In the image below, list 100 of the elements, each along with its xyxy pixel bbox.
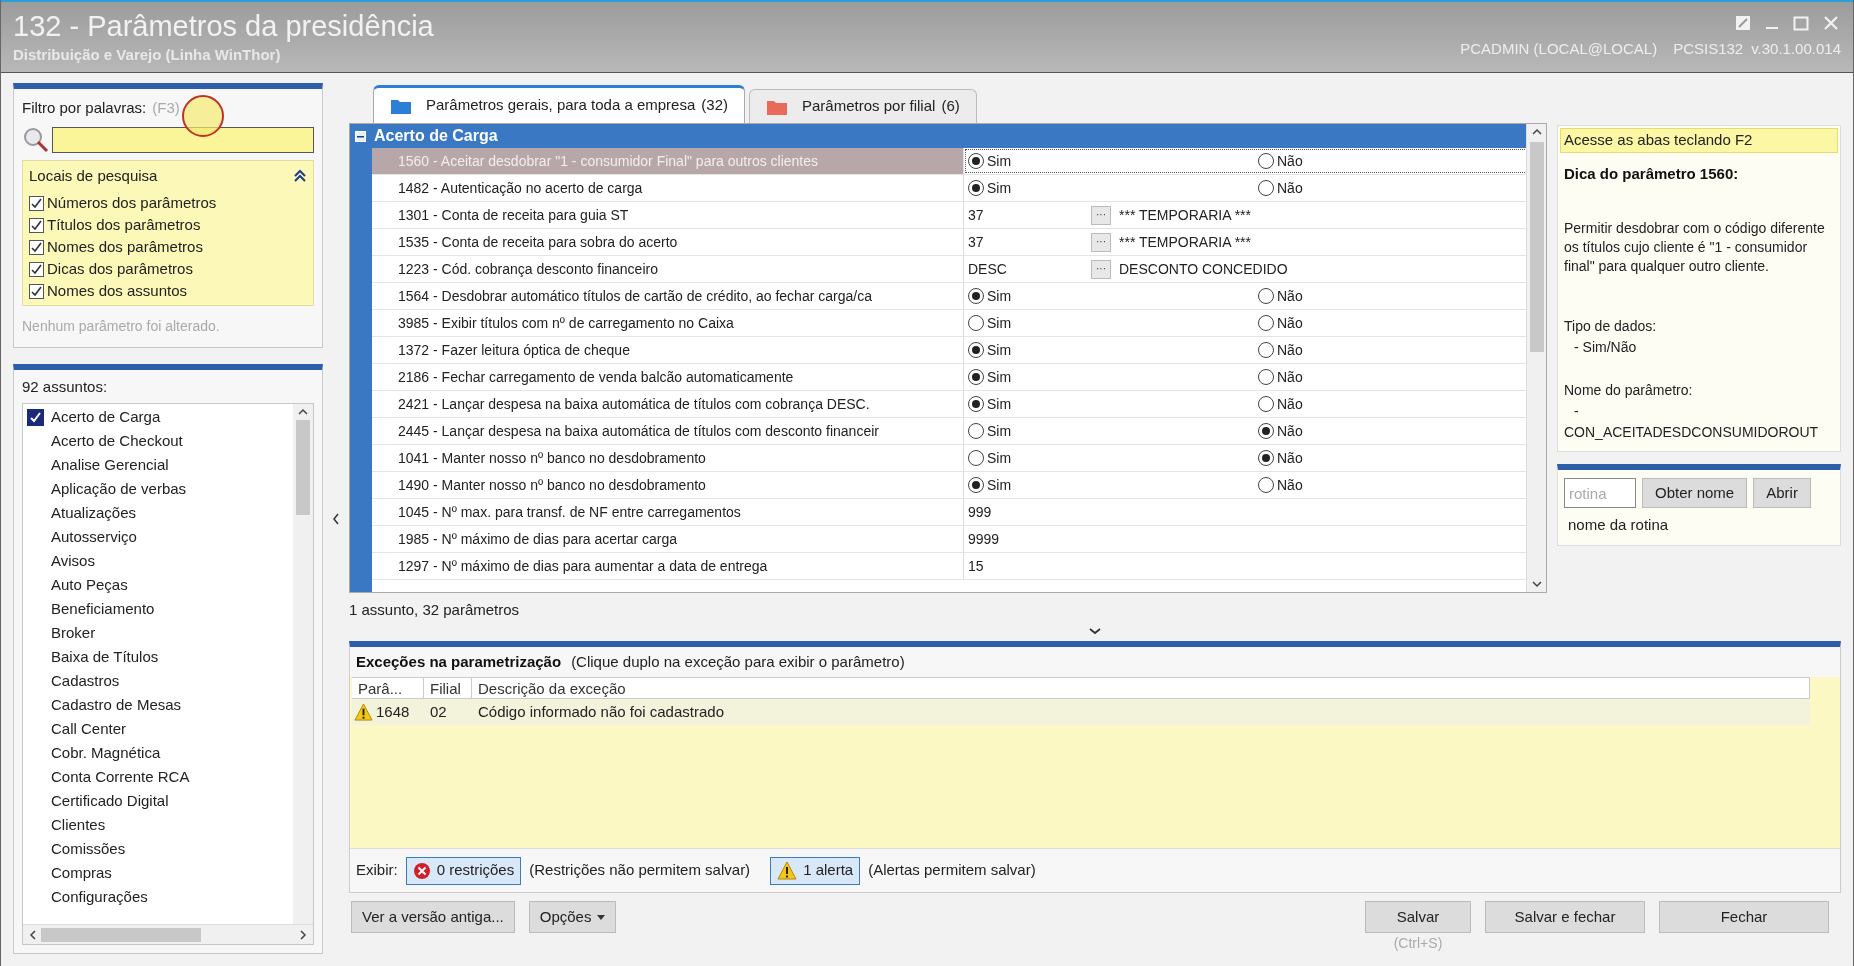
scrollbar-thumb[interactable] [296,419,310,515]
scroll-right-icon[interactable] [299,929,307,940]
routine-button[interactable]: Abrir [1753,478,1811,508]
parameter-name[interactable]: 1297 - Nº máximo de dias para aumentar a data de entrega [398,555,768,577]
parameter-row[interactable]: 3985 - Exibir títulos com nº de carregamento no Caixa Sim Não [372,310,1526,337]
parameter-row[interactable]: 1560 - Aceitar desdobrar "1 - consumidor Final" para outros clientes Sim Não [372,148,1526,175]
radio-button[interactable] [968,450,984,466]
action-button[interactable]: Salvar [1365,901,1471,933]
subject-item[interactable]: Autosserviço [51,526,137,549]
options-menu-button[interactable]: Opções [528,901,617,933]
checkbox[interactable] [29,283,44,299]
vertical-scrollbar[interactable] [293,403,313,924]
parameter-name[interactable]: 1985 - Nº máximo de dias para acertar carga [398,528,678,550]
radio-button[interactable] [968,342,984,358]
parameter-name[interactable]: 1372 - Fazer leitura óptica de cheque [398,339,630,361]
action-button[interactable]: Fechar [1659,901,1829,933]
column-header[interactable]: Parâ... [352,678,424,699]
parameter-row[interactable]: 2445 - Lançar despesa na baixa automática de títulos com desconto financeir Sim Não [372,418,1526,445]
subject-item[interactable]: Beneficiamento [51,598,155,621]
radio-button[interactable] [1258,315,1274,331]
vertical-scrollbar[interactable] [1526,124,1546,592]
tab[interactable]: Parâmetros gerais, para toda a empresa (32) [373,85,745,123]
subject-item[interactable]: Baixa de Títulos [51,646,159,669]
subject-item[interactable]: Acerto de Carga [51,406,161,429]
subject-checkbox[interactable] [27,409,44,426]
radio-button[interactable] [968,153,984,169]
radio-button[interactable] [1258,342,1274,358]
collapse-icon[interactable] [293,168,307,183]
radio-button[interactable] [1258,180,1274,196]
parameter-name[interactable]: 1223 - Cód. cobrança desconto financeiro [398,258,658,280]
parameter-name[interactable]: 3985 - Exibir títulos com nº de carregamento no Caixa [398,312,734,334]
subject-item[interactable]: Broker [51,622,96,645]
parameter-name[interactable]: 2186 - Fechar carregamento de venda balcão automaticamente [398,366,794,388]
restore-icon[interactable] [1735,15,1751,31]
checkbox[interactable] [29,195,44,211]
radio-button[interactable] [1258,396,1274,412]
browse-button[interactable]: ··· [1091,205,1111,225]
parameter-row[interactable]: 1045 - Nº max. para transf. de NF entre carregamentos 999 [372,499,1526,526]
radio-button[interactable] [968,369,984,385]
radio-button[interactable] [968,477,984,493]
scrollbar-thumb[interactable] [1529,142,1544,352]
parameter-row[interactable]: 1041 - Manter nosso nº banco no desdobramento Sim Não [372,445,1526,472]
subject-item[interactable]: Conta Corrente RCA [51,766,190,789]
parameter-row[interactable]: 1301 - Conta de receita para guia ST 37 ··· *** TEMPORARIA *** [372,202,1526,229]
parameter-name[interactable]: 2421 - Lançar despesa na baixa automática de títulos com cobrança DESC. [398,393,870,415]
scroll-up-icon[interactable] [298,407,308,416]
parameter-name[interactable]: 1535 - Conta de receita para sobra do acerto [398,231,678,253]
radio-button[interactable] [1258,153,1274,169]
subject-item[interactable]: Compras [51,862,112,885]
splitter-handle-icon[interactable] [1089,627,1101,636]
subject-item[interactable]: Call Center [51,718,127,741]
scroll-down-icon[interactable] [1531,580,1542,588]
browse-button[interactable]: ··· [1091,232,1111,252]
subject-item[interactable]: Acerto de Checkout [51,430,183,453]
subject-item[interactable]: Atualizações [51,502,137,525]
parameter-row[interactable]: 1482 - Autenticação no acerto de carga Sim Não [372,175,1526,202]
scroll-up-icon[interactable] [1531,128,1542,136]
tab[interactable]: Parâmetros por filial (6) [749,89,977,123]
scrollbar-thumb[interactable] [41,927,201,942]
subject-item[interactable]: Cobr. Magnética [51,742,161,765]
horizontal-scrollbar[interactable] [23,924,313,944]
radio-button[interactable] [1258,477,1274,493]
parameter-row[interactable]: 1535 - Conta de receita para sobra do acerto 37 ··· *** TEMPORARIA *** [372,229,1526,256]
old-version-button[interactable]: Ver a versão antiga... [351,901,515,933]
routine-field[interactable]: rotina [1564,478,1636,508]
radio-button[interactable] [968,180,984,196]
restrictions-toggle[interactable]: 0 restrições [405,856,522,885]
column-header[interactable]: Descrição da exceção [472,678,1810,699]
subject-item[interactable]: Aplicação de verbas [51,478,187,501]
scroll-left-icon[interactable] [29,929,37,940]
parameter-row[interactable]: 1564 - Desdobrar automático títulos de cartão de crédito, ao fechar carga/ca Sim Não [372,283,1526,310]
parameter-name[interactable]: 1490 - Manter nosso nº banco no desdobramento [398,474,706,496]
parameter-row[interactable]: 2421 - Lançar despesa na baixa automática de títulos com cobrança DESC. Sim Não [372,391,1526,418]
radio-button[interactable] [1258,450,1274,466]
parameter-name[interactable]: 1301 - Conta de receita para guia ST [398,204,629,226]
parameter-name[interactable]: 1045 - Nº max. para transf. de NF entre carregamentos [398,501,741,523]
filter-field[interactable] [52,126,314,153]
alerts-toggle[interactable]: 1 alerta [770,856,861,885]
collapse-panel-icon[interactable] [332,512,340,525]
radio-button[interactable] [1258,288,1274,304]
subject-item[interactable]: Configurações [51,886,148,909]
radio-button[interactable] [968,315,984,331]
radio-button[interactable] [1258,369,1274,385]
subject-item[interactable]: Cadastro de Mesas [51,694,182,717]
subject-item[interactable]: Auto Peças [51,574,128,597]
column-header[interactable]: Filial [424,678,472,699]
subject-item[interactable]: Cadastros [51,670,120,693]
routine-button[interactable]: Obter nome [1642,478,1748,508]
radio-button[interactable] [968,423,984,439]
action-button[interactable]: Salvar e fechar [1485,901,1645,933]
subject-item[interactable]: Comissões [51,838,126,861]
subject-item[interactable]: Analise Gerencial [51,454,169,477]
parameter-row[interactable]: 1223 - Cód. cobrança desconto financeiro DESC ··· DESCONTO CONCEDIDO [372,256,1526,283]
parameter-row[interactable]: 1372 - Fazer leitura óptica de cheque Sim Não [372,337,1526,364]
parameter-name[interactable]: 1482 - Autenticação no acerto de carga [398,177,643,199]
parameter-row[interactable]: 1490 - Manter nosso nº banco no desdobramento Sim Não [372,472,1526,499]
checkbox[interactable] [29,217,44,233]
radio-button[interactable] [1258,423,1274,439]
parameter-row[interactable]: 1985 - Nº máximo de dias para acertar carga 9999 [372,526,1526,553]
parameter-row[interactable]: 2186 - Fechar carregamento de venda balcão automaticamente Sim Não [372,364,1526,391]
